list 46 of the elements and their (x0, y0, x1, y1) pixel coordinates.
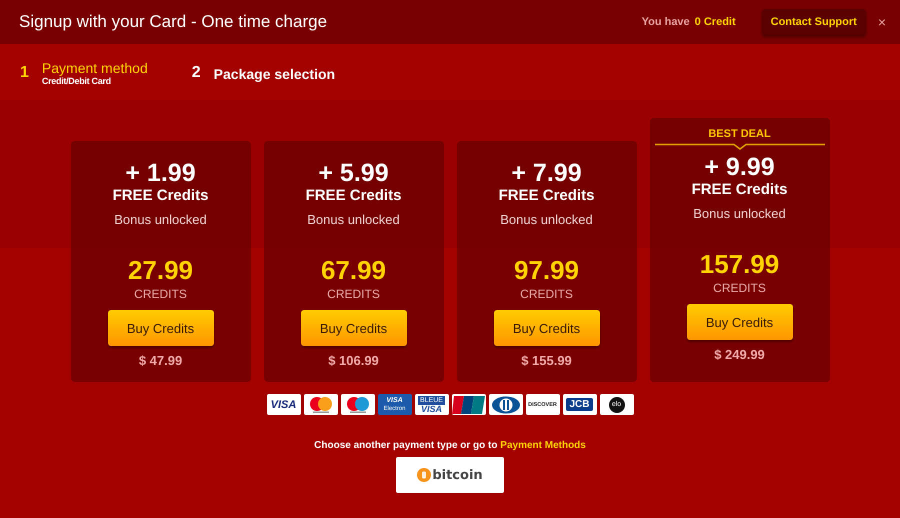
bonus-note: Bonus unlocked (500, 212, 593, 227)
bonus-note: Bonus unlocked (307, 212, 400, 227)
bonus-label: FREE Credits (112, 187, 208, 204)
card-logo (340, 394, 374, 415)
bitcoin-button[interactable]: bitcoin (396, 457, 504, 493)
package-price: $ 47.99 (138, 353, 182, 368)
card-logo: VISA (266, 394, 300, 415)
card-logo (488, 394, 522, 415)
credits-unit: CREDITS (520, 287, 573, 301)
buy-credits-button[interactable]: Buy Credits (300, 310, 406, 346)
package-price: $ 249.99 (714, 347, 765, 362)
package-price: $ 106.99 (328, 353, 379, 368)
bonus-label: FREE Credits (306, 187, 402, 204)
ribbon-divider-icon (654, 143, 824, 151)
credits-amount: 27.99 (128, 255, 194, 285)
close-button[interactable]: × (876, 14, 888, 30)
package-price: $ 155.99 (521, 353, 572, 368)
buy-credits-button[interactable]: Buy Credits (686, 304, 792, 340)
credits-unit: CREDITS (327, 287, 380, 301)
step-tab[interactable]: 2 Package selection (192, 57, 336, 100)
buy-credits-button[interactable]: Buy Credits (494, 310, 600, 346)
bonus-amount: + 1.99 (125, 159, 196, 187)
contact-support-button[interactable]: Contact Support (762, 9, 866, 35)
credits-unit: CREDITS (134, 287, 187, 301)
payment-methods-link[interactable]: Payment Methods (500, 440, 586, 451)
bonus-note: Bonus unlocked (114, 212, 207, 227)
credits-amount: 97.99 (514, 255, 580, 285)
credits-amount: 157.99 (700, 249, 780, 279)
bonus-amount: + 9.99 (704, 153, 775, 181)
best-deal-label: BEST DEAL (708, 128, 771, 140)
buy-credits-button[interactable]: Buy Credits (108, 310, 214, 346)
card-logo: JCB (562, 394, 596, 415)
bonus-amount: + 7.99 (511, 159, 582, 187)
bonus-label: FREE Credits (498, 187, 594, 204)
credits-amount: 67.99 (320, 255, 386, 285)
card-logo (304, 394, 338, 415)
credits-unit: CREDITS (713, 281, 766, 295)
alternative-payment-text: Choose another payment type or go to Payment Methods (314, 440, 586, 451)
coin-icon (417, 468, 432, 482)
bonus-amount: + 5.99 (318, 159, 389, 187)
card-logo (452, 394, 486, 415)
balance-label: You have (642, 16, 690, 28)
bonus-label: FREE Credits (692, 181, 788, 198)
window-title: Signup with your Card - One time charge (19, 12, 328, 32)
bonus-note: Bonus unlocked (693, 206, 786, 221)
balance-value: 0 Credit (694, 16, 736, 28)
